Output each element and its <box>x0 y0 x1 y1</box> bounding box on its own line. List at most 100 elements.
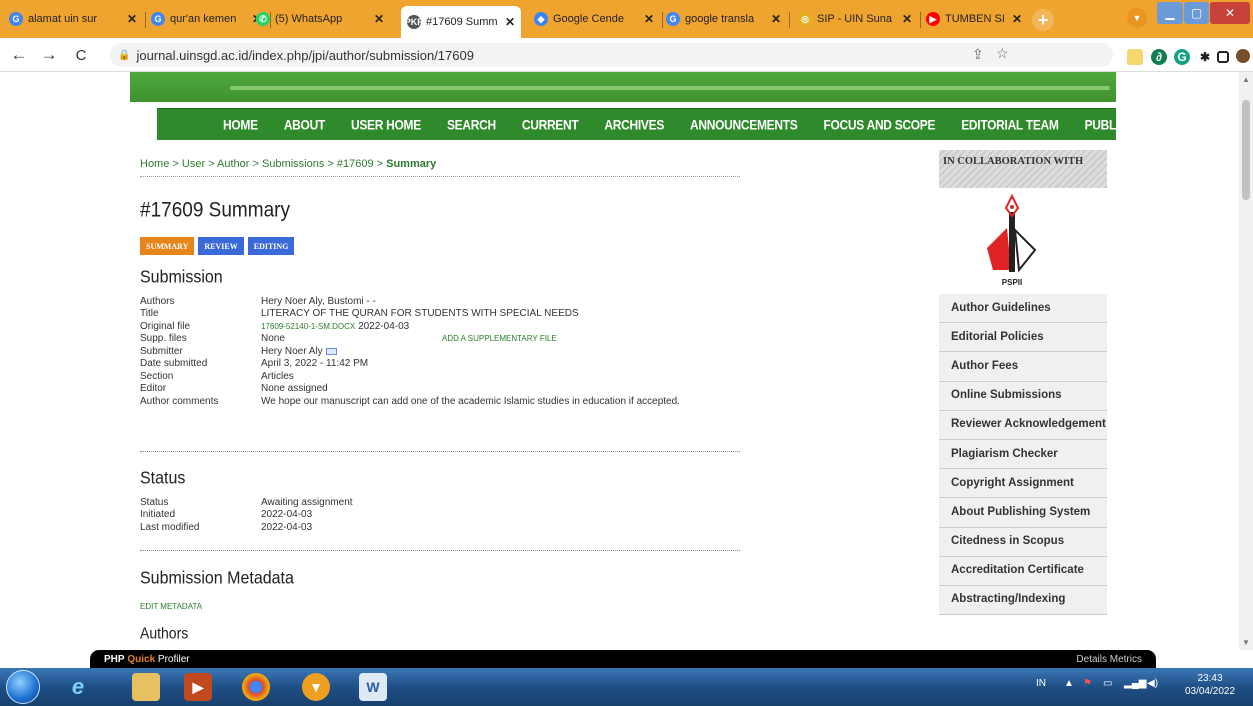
sidebar-link-editorial-policies[interactable]: Editorial Policies <box>939 323 1107 353</box>
tray-expand-icon[interactable]: ▲ <box>1064 678 1074 689</box>
breadcrumb-trail[interactable]: Home > User > Author > Submissions > #17… <box>140 158 383 170</box>
browser-tab[interactable]: G alamat uin sur ✕ <box>3 6 143 32</box>
browser-tab[interactable]: ◎ SIP - UIN Suna ✕ <box>792 6 918 32</box>
bookmark-star-icon[interactable]: ☆ <box>996 45 1009 62</box>
minimize-button[interactable]: ▁ <box>1157 2 1183 24</box>
clock-time: 23:43 <box>1197 673 1223 684</box>
nav-item-search[interactable]: SEARCH <box>434 116 509 132</box>
sidebar-link-about-publishing-system[interactable]: About Publishing System <box>939 498 1107 528</box>
sidebar-link-abstracting-indexing[interactable]: Abstracting/Indexing <box>939 585 1107 616</box>
reload-icon[interactable]: C <box>70 44 92 66</box>
address-bar[interactable]: 🔒 journal.uinsgd.ac.id/index.php/jpi/aut… <box>110 43 1113 67</box>
nav-item-publication-ethic[interactable]: PUBLICATION ETHIC <box>1072 116 1213 132</box>
tab-close-icon[interactable]: ✕ <box>1012 12 1022 26</box>
php-quick-profiler-bar[interactable]: PHP Quick Profiler Details Metrics <box>90 650 1156 668</box>
detail-row: Status Awaiting assignment <box>140 496 740 509</box>
detail-label: Initiated <box>140 509 176 521</box>
nav-item-user-home[interactable]: USER HOME <box>338 116 434 132</box>
nav-item-home[interactable]: HOME <box>210 116 271 132</box>
tab-close-icon[interactable]: ✕ <box>127 12 137 26</box>
share-icon[interactable]: ⇪ <box>972 46 984 63</box>
nav-item-current[interactable]: CURRENT <box>509 116 592 132</box>
browser-tab[interactable]: ▶ TUMBEN SI JO ✕ <box>920 6 1028 32</box>
tab-close-icon[interactable]: ✕ <box>505 15 515 29</box>
new-tab-button[interactable]: + <box>1032 9 1054 31</box>
tab-close-icon[interactable]: ✕ <box>902 12 912 26</box>
detail-value-wrap: LITERACY OF THE QURAN FOR STUDENTS WITH … <box>261 308 740 319</box>
nav-item-about[interactable]: ABOUT <box>271 116 338 132</box>
subtab-summary[interactable]: SUMMARY <box>140 237 195 255</box>
tab-close-icon[interactable]: ✕ <box>374 12 384 26</box>
file-explorer-icon[interactable] <box>132 673 160 701</box>
page-scrollbar[interactable]: ▲ ▼ <box>1239 72 1253 650</box>
nav-item-archives[interactable]: ARCHIVES <box>591 116 677 132</box>
word-icon[interactable]: W <box>359 673 387 701</box>
power-icon[interactable]: ▭ <box>1103 678 1112 689</box>
profiler-label: Profiler <box>157 653 190 665</box>
extension-leaf-icon[interactable]: ∂ <box>1151 49 1167 65</box>
volume-icon[interactable]: ◀) <box>1147 678 1158 689</box>
original-file-link[interactable]: 17609-52140-1-SM.DOCX <box>261 322 355 331</box>
nav-item-announcements[interactable]: ANNOUNCEMENTS <box>677 116 810 132</box>
browser-tab[interactable]: PKP #17609 Summ ✕ <box>401 6 521 38</box>
avatar[interactable] <box>1236 49 1250 63</box>
browser-tab[interactable]: ✆ (5) WhatsApp ✕ <box>250 6 390 32</box>
edit-metadata-link[interactable]: EDIT METADATA <box>140 602 202 611</box>
subtab-review[interactable]: REVIEW <box>198 237 244 255</box>
extensions-puzzle-icon[interactable]: ✱ <box>1197 49 1213 65</box>
browser-tab[interactable]: G google transla ✕ <box>660 6 787 32</box>
sidebar-link-accreditation-certificate[interactable]: Accreditation Certificate <box>939 556 1107 586</box>
sidepanel-icon[interactable] <box>1217 51 1229 63</box>
submission-heading: Submission <box>140 268 223 287</box>
detail-value-wrap: Hery Noer Aly <box>261 346 740 357</box>
nav-item-editorial-team[interactable]: EDITORIAL TEAM <box>948 116 1071 132</box>
sidebar-link-online-submissions[interactable]: Online Submissions <box>939 381 1107 411</box>
action-center-icon[interactable]: ⚑ <box>1083 678 1092 689</box>
extension-green-icon[interactable]: G <box>1174 49 1190 65</box>
maximize-button[interactable]: ▢ <box>1184 2 1209 24</box>
close-window-button[interactable]: ✕ <box>1210 2 1250 24</box>
scrollbar-thumb[interactable] <box>1242 100 1250 200</box>
chrome-icon[interactable] <box>242 673 270 701</box>
sidebar-link-reviewer-acknowledgement[interactable]: Reviewer Acknowledgement <box>939 410 1107 440</box>
vpn-shield-icon[interactable]: ▼ <box>302 673 330 701</box>
tab-favicon-icon: G <box>666 12 680 26</box>
profile-dropdown-icon[interactable]: ▼ <box>1127 8 1147 28</box>
extension-folder-icon[interactable] <box>1127 49 1143 65</box>
sidebar-link-citedness-in-scopus[interactable]: Citedness in Scopus <box>939 527 1107 557</box>
breadcrumb-current[interactable]: Summary <box>386 158 436 170</box>
forward-icon[interactable]: → <box>38 44 60 66</box>
tab-close-icon[interactable]: ✕ <box>644 12 654 26</box>
sidebar-link-author-fees[interactable]: Author Fees <box>939 352 1107 382</box>
network-icon[interactable]: ▂▄▆ <box>1124 678 1146 689</box>
detail-label: Submitter <box>140 345 183 357</box>
profiler-quick: Quick <box>127 653 156 665</box>
detail-label: Date submitted <box>140 358 208 370</box>
scroll-up-icon[interactable]: ▲ <box>1242 75 1250 84</box>
lock-icon: 🔒 <box>118 49 131 61</box>
tab-favicon-icon: G <box>9 12 23 26</box>
detail-value: 2022-04-03 <box>358 320 410 332</box>
media-player-icon[interactable]: ▶ <box>184 673 212 701</box>
back-icon[interactable]: ← <box>8 44 30 66</box>
main-navigation: HOME ABOUT USER HOME SEARCH CURRENT ARCHIVES A… <box>157 108 1200 140</box>
email-icon[interactable] <box>325 347 337 355</box>
tab-close-icon[interactable]: ✕ <box>771 12 781 26</box>
tab-title: Google Cende <box>553 13 624 25</box>
detail-label: Title <box>140 308 159 320</box>
browser-tab[interactable]: ◆ Google Cende ✕ <box>528 6 660 32</box>
language-indicator[interactable]: IN <box>1036 678 1046 689</box>
subtab-editing[interactable]: EDITING <box>247 237 295 255</box>
start-button[interactable] <box>6 670 40 704</box>
system-clock[interactable]: 23:43 03/04/2022 <box>1170 672 1250 698</box>
add-supplementary-file-link[interactable]: ADD A SUPPLEMENTARY FILE <box>442 334 557 343</box>
sidebar-link-author-guidelines[interactable]: Author Guidelines <box>939 294 1107 324</box>
ie-icon[interactable]: e <box>64 673 92 701</box>
detail-value-wrap: None assigned <box>261 383 740 394</box>
page-title: #17609 Summary <box>140 198 290 222</box>
scroll-down-icon[interactable]: ▼ <box>1242 638 1250 647</box>
sidebar-link-copyright-assignment[interactable]: Copyright Assignment <box>939 469 1107 499</box>
sidebar-link-plagiarism-checker[interactable]: Plagiarism Checker <box>939 439 1107 470</box>
nav-item-focus-and-scope[interactable]: FOCUS AND SCOPE <box>810 116 948 132</box>
profiler-links[interactable]: Details Metrics <box>1076 654 1142 665</box>
